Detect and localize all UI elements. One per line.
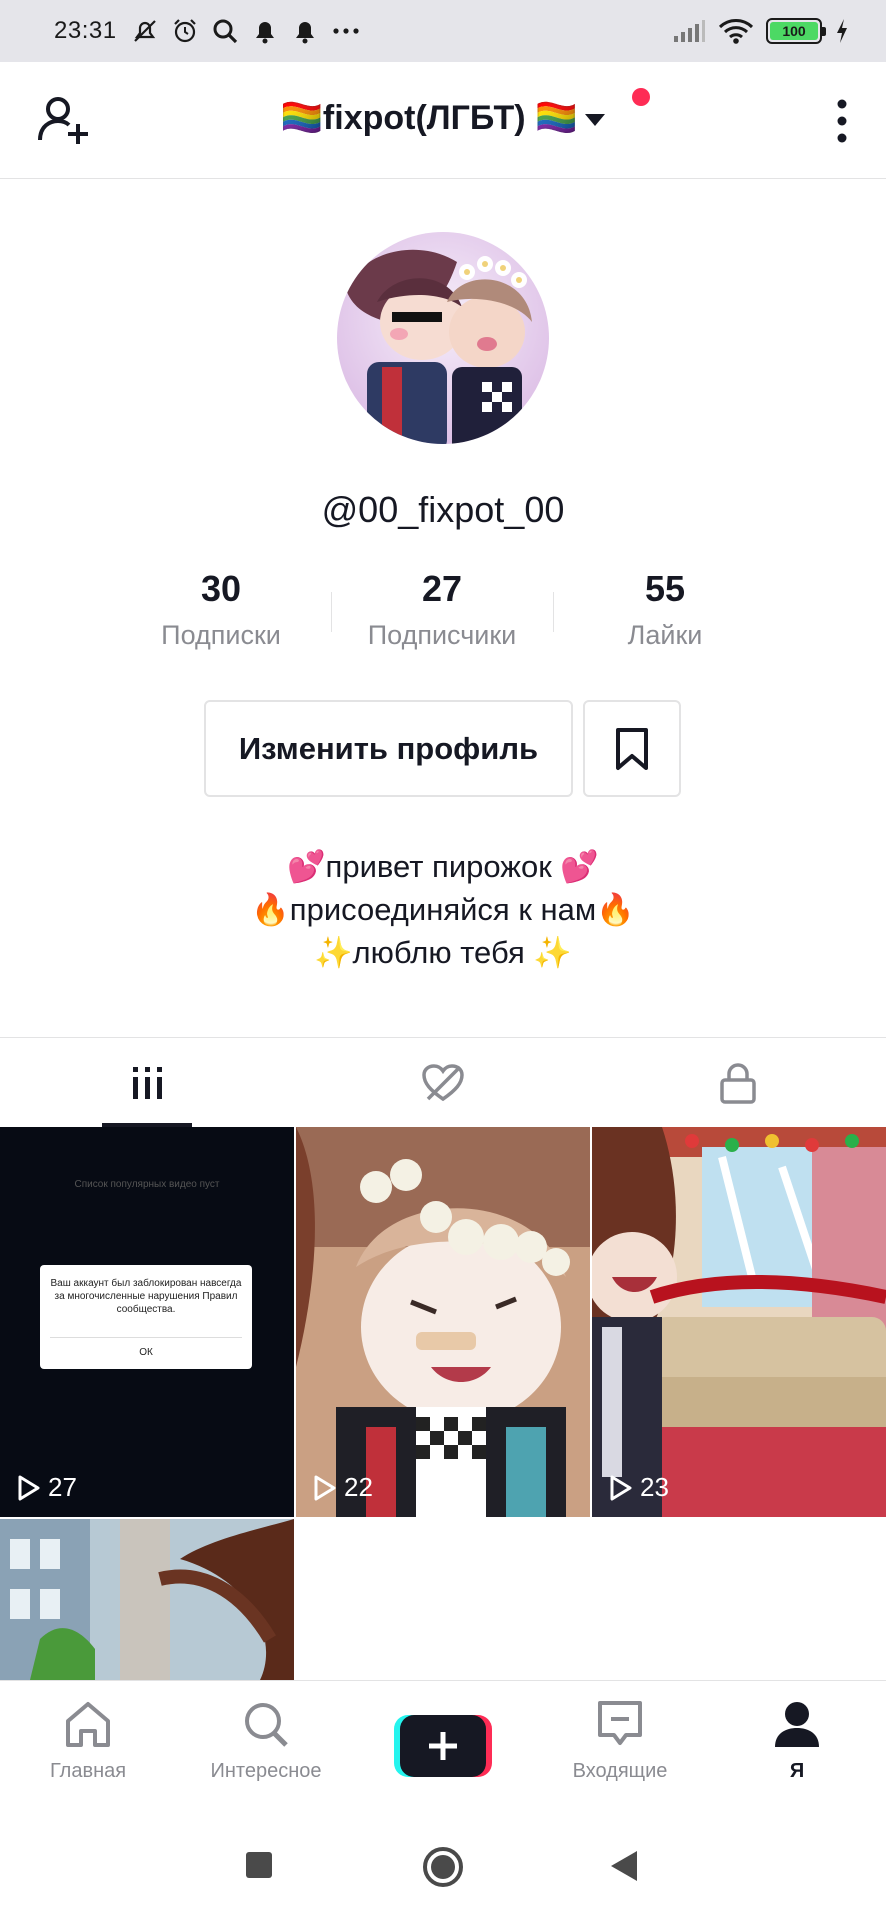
bottom-navigation: Главная Интересное Входящие Я [0, 1680, 886, 1812]
play-count: 23 [608, 1472, 669, 1503]
stat-followers[interactable]: 27 Подписчики [342, 568, 542, 651]
nav-label: Интересное [210, 1760, 322, 1782]
nav-label: Главная [49, 1760, 127, 1782]
ban-dialog: Ваш аккаунт был заблокирован навсегда за… [40, 1265, 252, 1369]
play-count-value: 27 [48, 1472, 77, 1502]
more-options-icon[interactable] [830, 96, 854, 146]
nav-label: Входящие [572, 1760, 668, 1782]
profile-icon [775, 1702, 819, 1747]
status-left-icons [131, 17, 361, 45]
profile-stats: 30 Подписки 27 Подписчики 55 Лайки [0, 568, 886, 658]
video-thumbnail[interactable]: Список популярных видео пуст Ваш аккаунт… [0, 1127, 294, 1517]
bio-line: ✨люблю тебя ✨ [313, 935, 573, 970]
bookmark-icon [616, 727, 648, 770]
stat-following[interactable]: 30 Подписки [121, 568, 321, 651]
mute-icon [133, 20, 156, 42]
stat-divider [553, 592, 554, 632]
inbox-icon [598, 1701, 642, 1745]
account-name: 🏳️‍🌈fixpot(ЛГБТ) 🏳️‍🌈 [280, 99, 578, 137]
status-time: 23:31 [54, 17, 117, 44]
stat-label: Лайки [627, 620, 703, 650]
bio-line: 🔥присоединяйся к нам🔥 [251, 892, 635, 927]
lock-icon [720, 1062, 757, 1104]
bell-icon [255, 22, 274, 44]
stat-value: 27 [421, 568, 463, 609]
video-thumbnail[interactable]: 23 [592, 1127, 886, 1517]
tab-videos[interactable] [0, 1038, 295, 1127]
ok-text: ОК [50, 1337, 242, 1359]
back-icon[interactable] [607, 1848, 641, 1884]
empty-list-text: Список популярных видео пуст [74, 1179, 220, 1190]
videos-grid-icon [132, 1066, 162, 1099]
account-switcher[interactable]: 🏳️‍🌈fixpot(ЛГБТ) 🏳️‍🌈 [0, 98, 886, 138]
status-right-icons: 100 [672, 17, 850, 45]
stat-value: 30 [200, 568, 242, 609]
alarm-icon [173, 19, 196, 43]
ban-message: Ваш аккаунт был заблокирован навсегда за… [50, 1278, 242, 1315]
content-tabs [0, 1037, 886, 1127]
home-icon [66, 1702, 110, 1747]
nav-inbox[interactable]: Входящие [535, 1699, 705, 1783]
play-count-value: 22 [344, 1472, 373, 1502]
tab-private[interactable] [591, 1038, 886, 1127]
thumbnail-image [592, 1127, 886, 1517]
play-icon [610, 1475, 632, 1500]
charging-icon [837, 19, 847, 43]
play-icon [314, 1475, 336, 1500]
bio-line: 💕привет пирожок 💕 [286, 849, 600, 884]
profile-bio: 💕привет пирожок 💕 🔥присоединяйся к нам🔥 … [0, 845, 886, 974]
create-video-button[interactable] [394, 1715, 492, 1777]
liked-hidden-icon [422, 1063, 464, 1101]
more-icon [332, 28, 359, 34]
thumbnail-image [296, 1127, 590, 1517]
avatar[interactable] [337, 232, 549, 444]
video-thumbnail[interactable] [0, 1519, 294, 1680]
nav-home[interactable]: Главная [3, 1699, 173, 1783]
stat-label: Подписчики [367, 620, 517, 650]
battery-level: 100 [770, 22, 818, 40]
play-count-value: 23 [640, 1472, 669, 1502]
stat-label: Подписки [161, 620, 281, 650]
stat-likes[interactable]: 55 Лайки [565, 568, 765, 651]
system-navigation [0, 1812, 886, 1920]
battery-icon: 100 [766, 18, 826, 44]
play-count: 27 [16, 1472, 77, 1503]
search-icon [213, 19, 237, 44]
video-thumbnail[interactable]: 22 [296, 1127, 590, 1517]
edit-profile-button[interactable]: Изменить профиль [204, 700, 573, 797]
stat-divider [331, 592, 332, 632]
chevron-down-icon [585, 114, 606, 127]
status-bar: 23:31 100 [0, 0, 886, 62]
nav-label: Я [789, 1760, 805, 1782]
search-icon [245, 1703, 288, 1747]
nav-discover[interactable]: Интересное [181, 1699, 351, 1783]
notification-dot [632, 88, 650, 106]
profile-header: 🏳️‍🌈fixpot(ЛГБТ) 🏳️‍🌈 [0, 62, 886, 179]
wifi-icon [718, 19, 754, 44]
signal-icon [674, 20, 705, 42]
home-button-icon[interactable] [421, 1845, 465, 1889]
stat-value: 55 [644, 568, 686, 609]
favorites-button[interactable] [583, 700, 681, 797]
bell-icon [295, 22, 314, 44]
tab-liked[interactable] [295, 1038, 590, 1127]
thumbnail-image [0, 1519, 294, 1680]
username: @00_fixpot_00 [321, 489, 565, 530]
recents-icon[interactable] [244, 1850, 274, 1880]
play-icon [18, 1475, 40, 1500]
play-count: 22 [312, 1472, 373, 1503]
nav-profile[interactable]: Я [712, 1699, 882, 1783]
